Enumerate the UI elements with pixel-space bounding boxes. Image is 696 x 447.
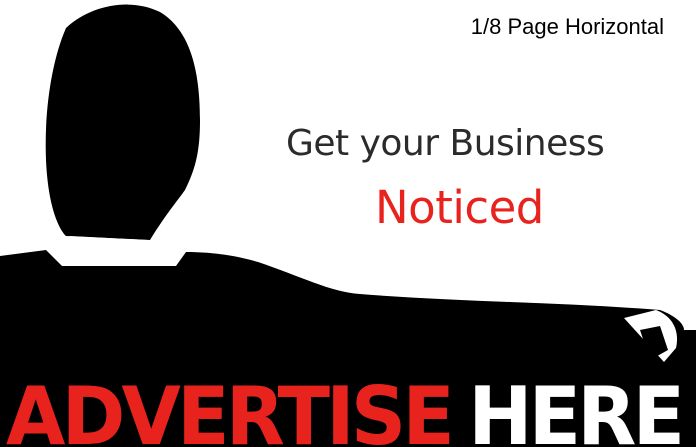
headline-accent: Noticed: [375, 181, 544, 234]
advertisement-banner: 1/8 Page Horizontal Get your Business No…: [0, 0, 696, 447]
ad-size-label: 1/8 Page Horizontal: [470, 14, 664, 39]
banner-word-here: HERE: [468, 370, 685, 447]
advertise-here-banner: ADVERTISE HERE: [6, 370, 685, 447]
banner-word-advertise: ADVERTISE: [6, 370, 455, 447]
headline: Get your Business: [286, 123, 605, 164]
